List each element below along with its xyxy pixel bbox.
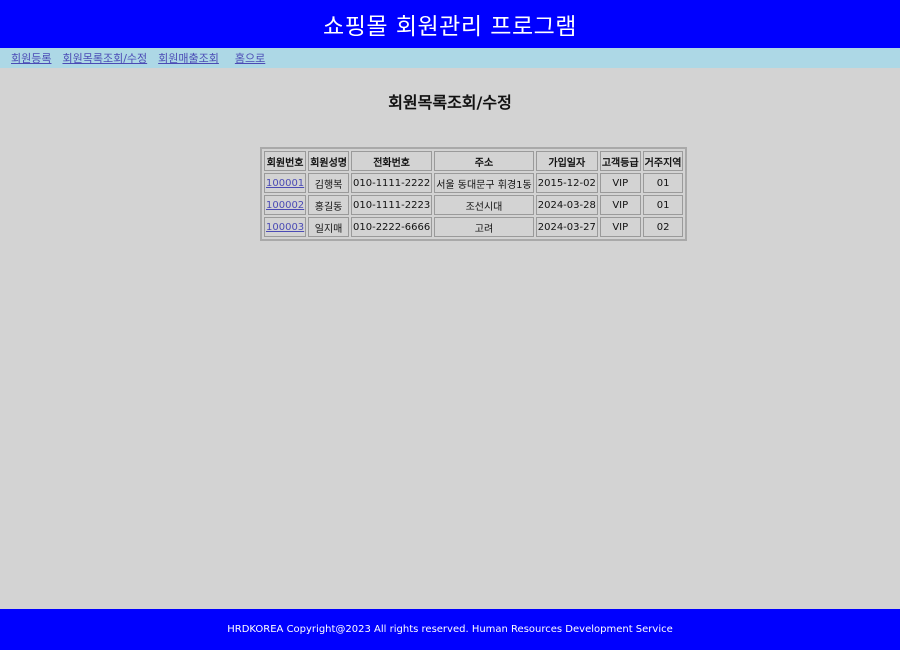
member-table: 회원번호 회원성명 전화번호 주소 가입일자 고객등급 거주지역 100001 … xyxy=(260,147,688,241)
cell-address: 조선시대 xyxy=(434,195,534,215)
app-footer: HRDKOREA Copyright@2023 All rights reser… xyxy=(0,609,900,650)
table-row: 100002 홍길동 010-1111-2223 조선시대 2024-03-28… xyxy=(264,195,684,215)
cell-region: 01 xyxy=(642,173,684,193)
column-header-address: 주소 xyxy=(434,151,534,171)
cell-member-id: 100002 xyxy=(264,195,307,215)
cell-phone: 010-1111-2222 xyxy=(351,173,433,193)
cell-phone: 010-2222-6666 xyxy=(351,217,433,237)
nav-link-member-list[interactable]: 회원목록조회/수정 xyxy=(62,50,147,66)
top-nav: 회원등록 회원목록조회/수정 회원매출조회 홈으로 xyxy=(0,48,900,68)
cell-grade: VIP xyxy=(599,217,641,237)
column-header-member-id: 회원번호 xyxy=(264,151,307,171)
cell-join-date: 2024-03-28 xyxy=(535,195,598,215)
cell-member-name: 일지매 xyxy=(308,217,349,237)
table-header-row: 회원번호 회원성명 전화번호 주소 가입일자 고객등급 거주지역 xyxy=(264,151,684,171)
app-title: 쇼핑몰 회원관리 프로그램 xyxy=(323,14,577,40)
app-header: 쇼핑몰 회원관리 프로그램 xyxy=(0,0,900,48)
nav-link-member-register[interactable]: 회원등록 xyxy=(11,50,51,66)
nav-link-home[interactable]: 홈으로 xyxy=(235,50,265,66)
cell-join-date: 2024-03-27 xyxy=(535,217,598,237)
cell-join-date: 2015-12-02 xyxy=(535,173,598,193)
table-row: 100003 일지매 010-2222-6666 고려 2024-03-27 V… xyxy=(264,217,684,237)
member-id-link[interactable]: 100003 xyxy=(266,222,304,233)
main-section: 회원목록조회/수정 회원번호 회원성명 전화번호 주소 가입일자 고객등급 거주… xyxy=(0,68,900,609)
cell-grade: VIP xyxy=(599,195,641,215)
cell-region: 02 xyxy=(642,217,684,237)
copyright-text: HRDKOREA Copyright@2023 All rights reser… xyxy=(227,624,673,635)
cell-member-id: 100001 xyxy=(264,173,307,193)
column-header-phone: 전화번호 xyxy=(351,151,433,171)
member-id-link[interactable]: 100002 xyxy=(266,200,304,211)
column-header-member-name: 회원성명 xyxy=(308,151,349,171)
cell-member-name: 김행복 xyxy=(308,173,349,193)
cell-address: 서울 동대문구 휘경1동 xyxy=(434,173,534,193)
cell-grade: VIP xyxy=(599,173,641,193)
nav-link-member-sales[interactable]: 회원매출조회 xyxy=(158,50,219,66)
cell-member-id: 100003 xyxy=(264,217,307,237)
cell-phone: 010-1111-2223 xyxy=(351,195,433,215)
page-title: 회원목록조회/수정 xyxy=(388,93,512,112)
member-id-link[interactable]: 100001 xyxy=(266,178,304,189)
cell-member-name: 홍길동 xyxy=(308,195,349,215)
cell-address: 고려 xyxy=(434,217,534,237)
column-header-region: 거주지역 xyxy=(642,151,684,171)
cell-region: 01 xyxy=(642,195,684,215)
column-header-join-date: 가입일자 xyxy=(535,151,598,171)
table-row: 100001 김행복 010-1111-2222 서울 동대문구 휘경1동 20… xyxy=(264,173,684,193)
column-header-grade: 고객등급 xyxy=(599,151,641,171)
